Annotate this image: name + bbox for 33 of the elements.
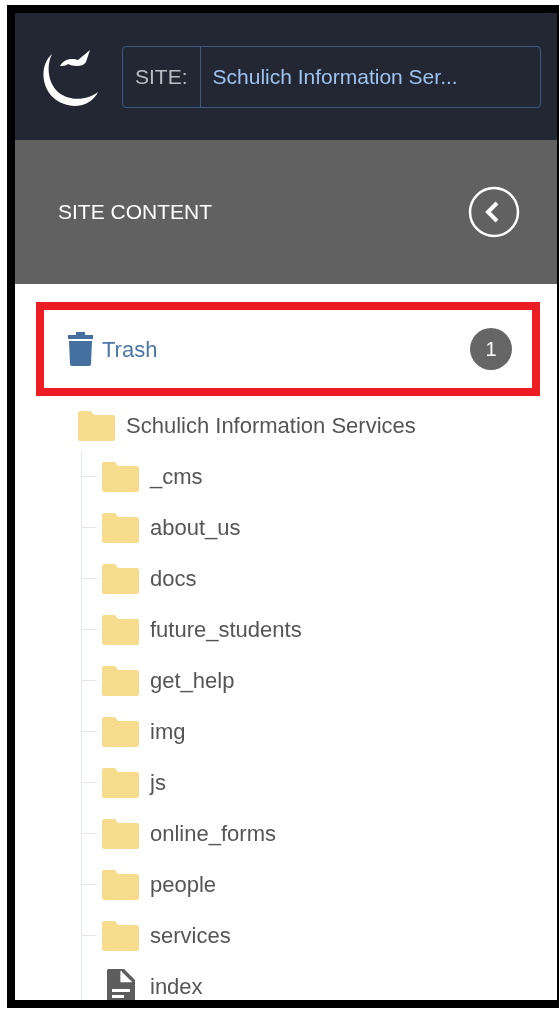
document-icon [105, 968, 136, 1000]
folder-icon [102, 665, 139, 696]
tree-item[interactable]: js [150, 766, 166, 799]
tree-item[interactable]: services [150, 919, 231, 952]
tree-item[interactable]: future_students [150, 613, 302, 646]
folder-icon [102, 920, 139, 951]
tree-item[interactable]: about_us [150, 511, 241, 544]
trash-item[interactable]: Trash 1 [44, 328, 532, 370]
site-selector[interactable]: SITE: Schulich Information Ser... [122, 45, 541, 108]
tree-item[interactable]: docs [150, 562, 197, 595]
folder-icon [102, 461, 139, 492]
folder-icon [102, 767, 139, 798]
panel-title: SITE CONTENT [58, 199, 212, 226]
folder-icon [102, 563, 139, 594]
folder-icon [102, 869, 139, 900]
folder-icon [102, 512, 139, 543]
site-name: Schulich Information Ser... [211, 63, 459, 90]
site-label: SITE: [123, 46, 201, 107]
folder-icon [78, 410, 115, 441]
tree-item[interactable]: get_help [150, 664, 235, 697]
tree-item[interactable]: index [150, 970, 203, 1000]
trash-label: Trash [102, 335, 158, 364]
folder-icon [102, 716, 139, 747]
count-badge: 1 [470, 328, 512, 370]
folder-icon [102, 818, 139, 849]
tree-item[interactable]: _cms [150, 460, 203, 493]
tree-item[interactable]: online_forms [150, 817, 276, 850]
trash-icon [68, 332, 93, 366]
tree-item[interactable]: people [150, 868, 217, 901]
collapse-icon[interactable] [468, 186, 520, 238]
folder-icon [102, 614, 139, 645]
tree-item[interactable]: img [150, 715, 186, 748]
tree-item[interactable]: Schulich Information Services [126, 409, 416, 442]
